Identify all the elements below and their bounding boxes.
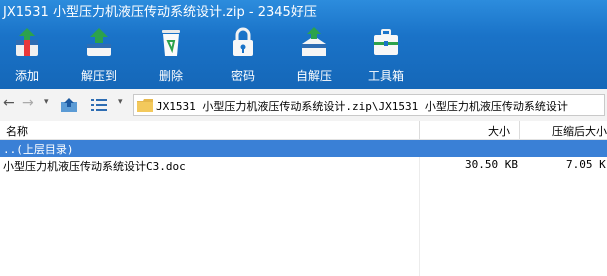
self-extract-label: 自解压	[295, 69, 332, 83]
password-button[interactable]: 密码	[216, 24, 270, 86]
column-name-header[interactable]: 名称	[6, 123, 28, 139]
password-label: 密码	[230, 69, 255, 83]
navigation-bar: ← → ▾ ▾ JX1531 小型压力机液压传动系统设计.zip\JX1531 …	[0, 89, 607, 122]
back-arrow-icon[interactable]: ←	[3, 95, 15, 111]
view-list-icon[interactable]	[91, 99, 107, 111]
self-extract-button[interactable]: 自解压	[287, 24, 341, 86]
column-size-header[interactable]: 大小	[488, 123, 510, 139]
add-archive-icon	[16, 28, 38, 56]
up-folder-icon[interactable]	[60, 97, 78, 113]
lock-icon	[233, 27, 253, 56]
add-button[interactable]: 添加	[0, 24, 54, 86]
parent-directory-row[interactable]: ..(上层目录)	[0, 140, 607, 157]
delete-button[interactable]: 删除	[144, 24, 198, 86]
add-label: 添加	[14, 69, 39, 83]
history-dropdown-icon[interactable]: ▾	[44, 97, 49, 107]
file-list-header: 名称 大小 压缩后大小	[0, 121, 607, 140]
address-bar[interactable]: JX1531 小型压力机液压传动系统设计.zip\JX1531 小型压力机液压传…	[133, 94, 605, 116]
address-path: JX1531 小型压力机液压传动系统设计.zip\JX1531 小型压力机液压传…	[156, 100, 568, 113]
folder-icon	[137, 99, 153, 112]
title-toolbar-area: JX1531 小型压力机液压传动系统设计.zip - 2345好压 添加 解压到…	[0, 0, 607, 89]
toolbox-button[interactable]: 工具箱	[359, 24, 413, 86]
column-grid-line	[419, 157, 420, 276]
self-extract-icon	[302, 27, 326, 56]
row-name: 小型压力机液压传动系统设计C3.doc	[3, 160, 186, 173]
extract-to-icon	[87, 28, 111, 56]
forward-arrow-icon[interactable]: →	[22, 95, 34, 111]
extract-to-label: 解压到	[80, 69, 117, 83]
recycle-bin-icon	[162, 30, 180, 56]
view-dropdown-icon[interactable]: ▾	[118, 97, 123, 107]
delete-label: 删除	[158, 69, 183, 83]
row-compressed-size: 7.05 K	[566, 158, 606, 171]
toolbox-label: 工具箱	[367, 69, 404, 83]
file-row[interactable]: 小型压力机液压传动系统设计C3.doc 30.50 KB 7.05 K	[0, 157, 607, 174]
column-compressed-header[interactable]: 压缩后大小	[552, 123, 607, 139]
extract-to-button[interactable]: 解压到	[72, 24, 126, 86]
row-name: ..(上层目录)	[3, 143, 74, 156]
toolbox-icon	[374, 29, 398, 55]
column-divider[interactable]	[419, 121, 420, 139]
row-size: 30.50 KB	[465, 158, 518, 171]
window-title: JX1531 小型压力机液压传动系统设计.zip - 2345好压	[3, 5, 317, 20]
column-divider[interactable]	[519, 121, 520, 139]
